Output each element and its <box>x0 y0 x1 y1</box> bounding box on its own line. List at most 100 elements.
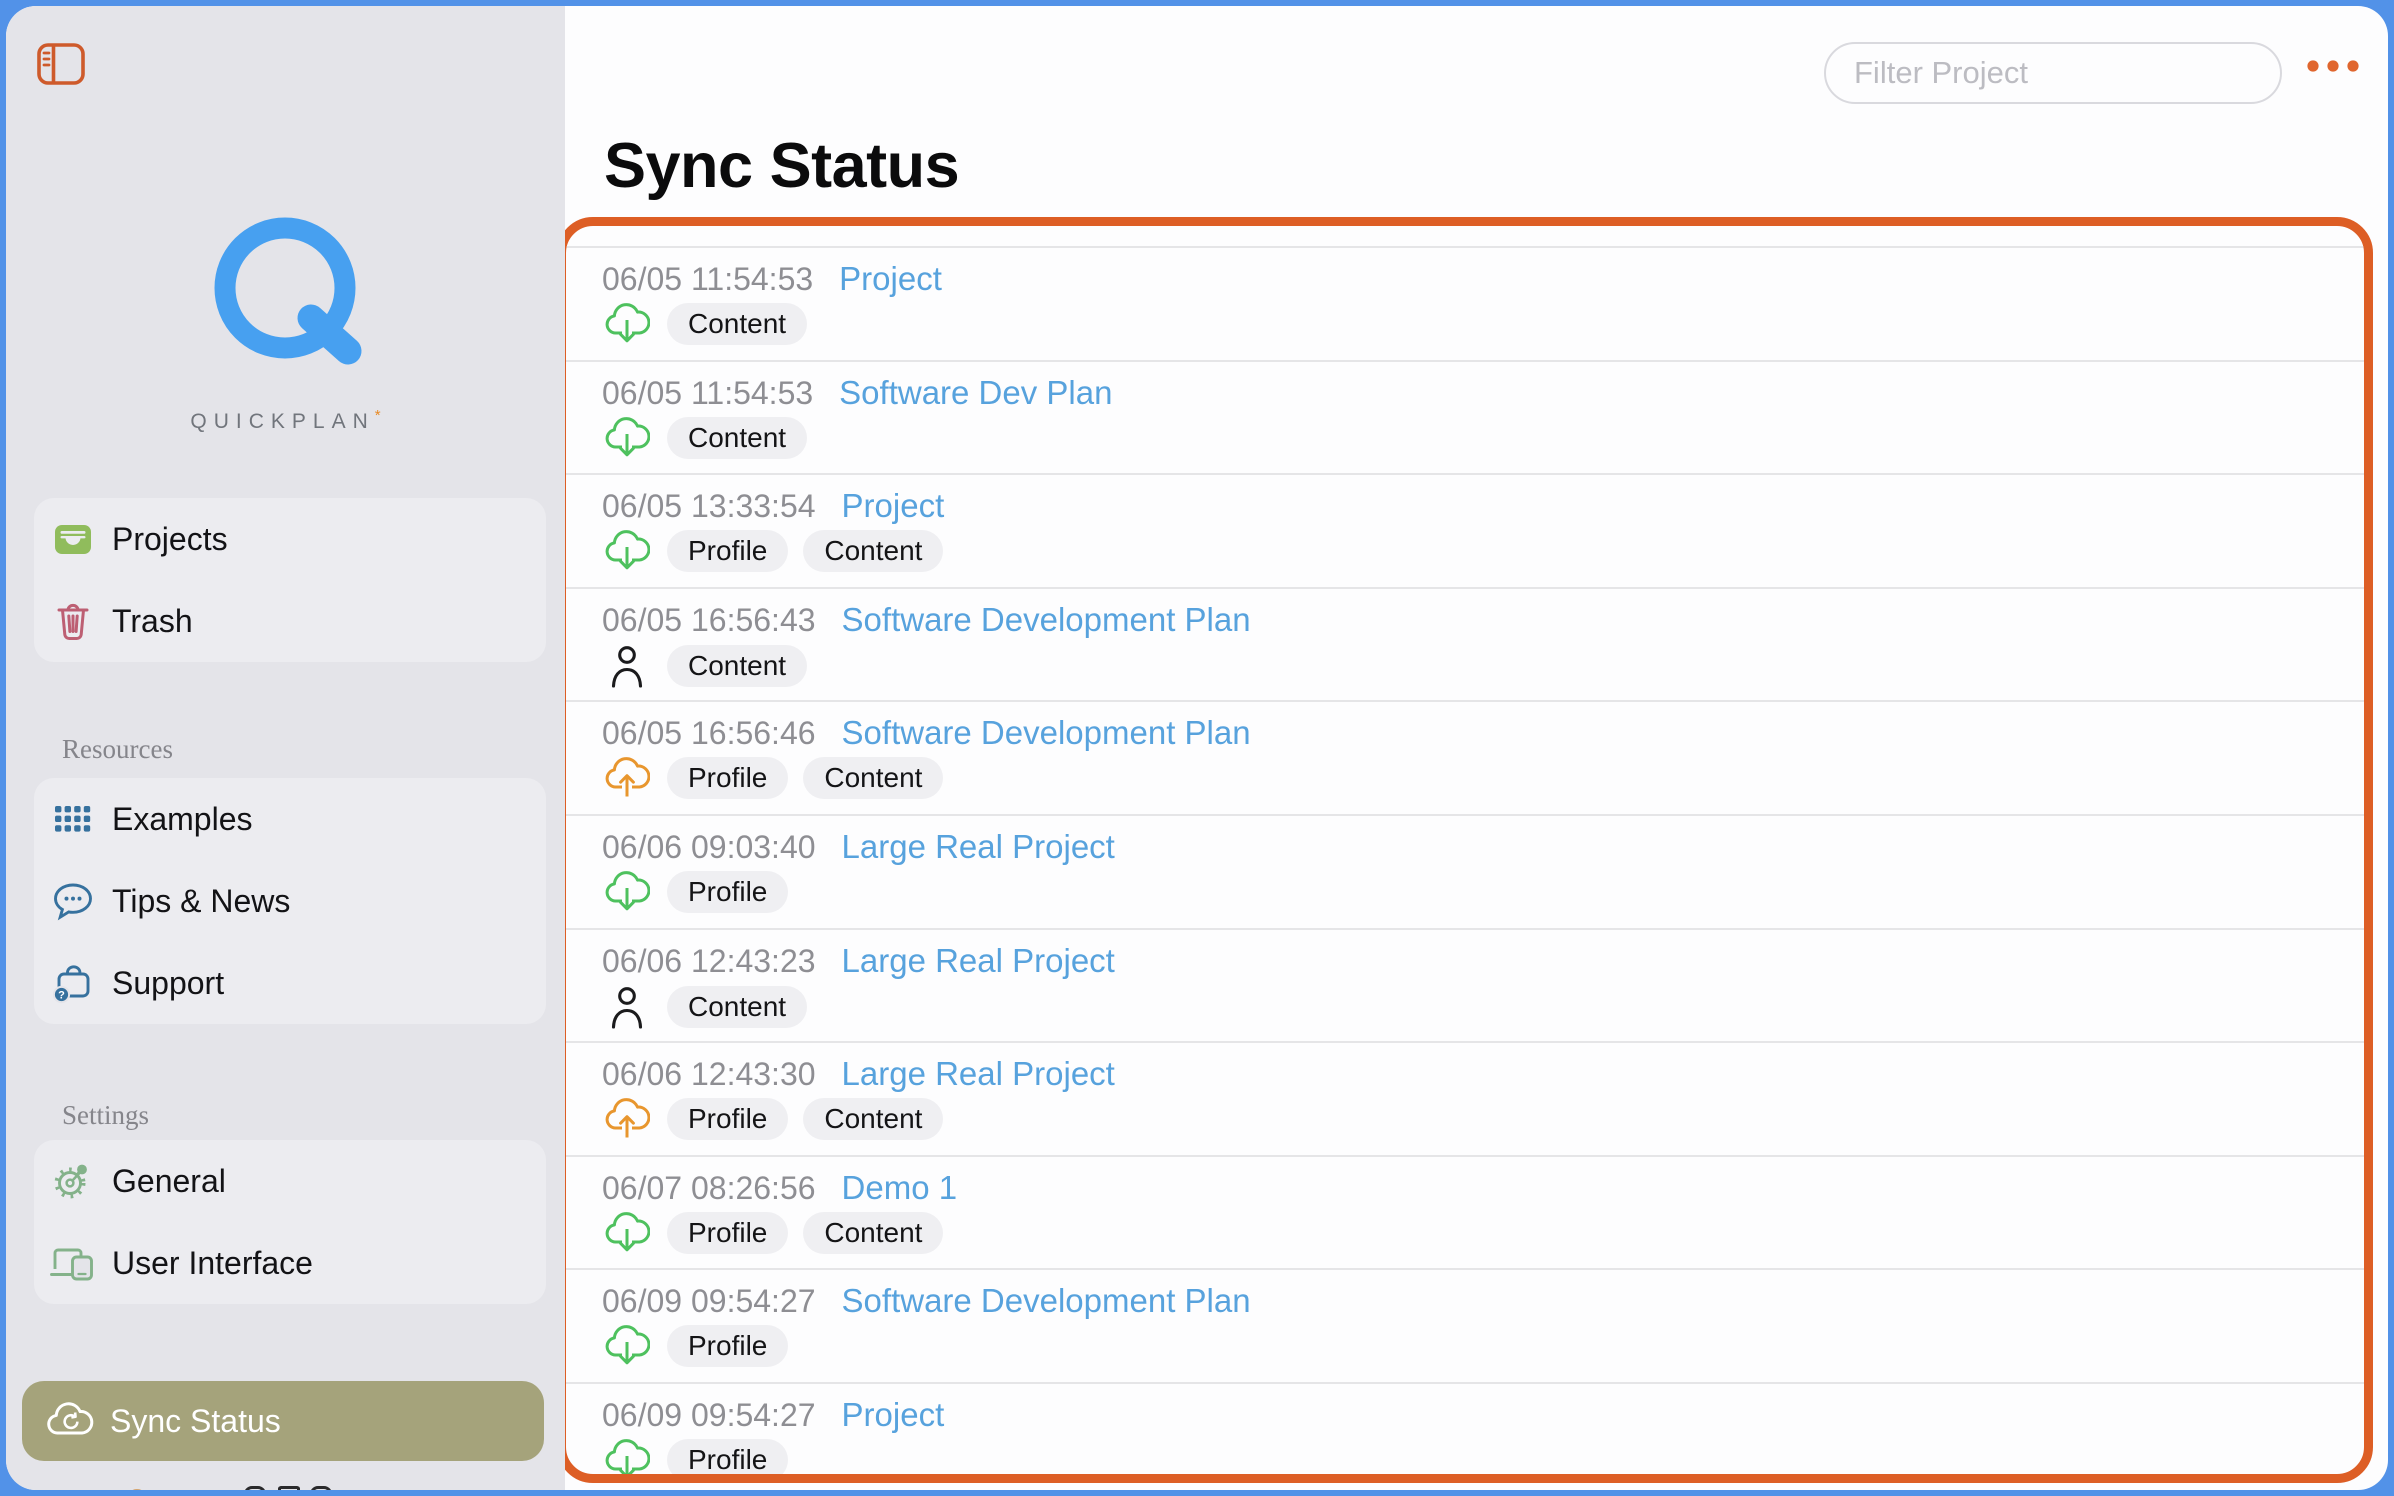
sidebar-item-projects[interactable]: Projects <box>34 498 546 580</box>
sidebar-item-label: Support <box>112 965 224 1002</box>
cutoff-item-text <box>310 1486 332 1490</box>
cutoff-item-text <box>244 1486 266 1490</box>
sync-scope-badge: Profile <box>667 530 788 572</box>
tips-bubble-icon <box>48 881 98 921</box>
sidebar-item-examples[interactable]: Examples <box>34 778 546 860</box>
sync-scope-badge: Content <box>803 530 943 572</box>
projects-tray-icon <box>48 520 98 558</box>
sync-scope-badge: Profile <box>667 1325 788 1367</box>
sync-history-row: 06/07 08:26:56 Demo 1 Profile Content <box>566 1155 2364 1269</box>
person-icon <box>602 984 652 1030</box>
person-icon <box>602 643 652 689</box>
sidebar-item-sync-status[interactable]: Sync Status <box>22 1381 544 1461</box>
sidebar-item-label: Projects <box>112 521 228 558</box>
project-name-link[interactable]: Large Real Project <box>842 1055 1115 1093</box>
sidebar-toggle-button[interactable] <box>36 42 88 88</box>
sidebar-item-support[interactable]: ? Support <box>34 942 546 1024</box>
section-header-settings: Settings <box>62 1098 149 1132</box>
sync-history-row: 06/05 11:54:53 Project Content <box>566 246 2364 360</box>
sync-timestamp: 06/06 12:43:23 <box>602 943 816 980</box>
sidebar-item-label: Trash <box>112 603 193 640</box>
sync-history-row: 06/09 09:54:27 Project Profile <box>566 1382 2364 1474</box>
project-name-link[interactable]: Large Real Project <box>842 828 1115 866</box>
user-interface-devices-icon <box>48 1243 98 1283</box>
sync-scope-badge: Profile <box>667 1098 788 1140</box>
sync-scope-badge: Content <box>667 417 807 459</box>
sync-timestamp: 06/07 08:26:56 <box>602 1170 816 1207</box>
sync-history-row: 06/05 11:54:53 Software Dev Plan Content <box>566 360 2364 474</box>
sync-timestamp: 06/09 09:54:27 <box>602 1283 816 1320</box>
examples-grid-icon <box>48 801 98 837</box>
sync-timestamp: 06/06 12:43:30 <box>602 1056 816 1093</box>
more-options-button[interactable] <box>2306 56 2366 80</box>
sidebar-item-cutoff[interactable] <box>6 1484 565 1490</box>
sync-history-row: 06/05 16:56:46 Software Development Plan… <box>566 700 2364 814</box>
sync-scope-badge: Content <box>803 757 943 799</box>
cloud-upload-icon <box>602 756 652 800</box>
sidebar-item-tips-news[interactable]: Tips & News <box>34 860 546 942</box>
project-name-link[interactable]: Software Dev Plan <box>839 374 1112 412</box>
project-name-link[interactable]: Software Development Plan <box>842 714 1251 752</box>
project-name-link[interactable]: Software Development Plan <box>842 1282 1251 1320</box>
sidebar-item-general[interactable]: General <box>34 1140 546 1222</box>
sync-timestamp: 06/06 09:03:40 <box>602 829 816 866</box>
sync-cloud-icon <box>46 1401 96 1441</box>
sync-history-row: 06/06 12:43:23 Large Real Project Conten… <box>566 928 2364 1042</box>
sidebar-item-label: Examples <box>112 801 253 838</box>
app-window: Sync Status 06/05 11:54:53 Project Conte… <box>6 6 2388 1490</box>
sync-history-row: 06/09 09:54:27 Software Development Plan… <box>566 1268 2364 1382</box>
sidebar-item-label: Sync Status <box>110 1403 281 1440</box>
sync-scope-badge: Profile <box>667 1439 788 1474</box>
sidebar-item-label: Tips & News <box>112 883 290 920</box>
sync-timestamp: 06/09 09:54:27 <box>602 1397 816 1434</box>
sync-timestamp: 06/05 13:33:54 <box>602 488 816 525</box>
project-name-link[interactable]: Project <box>839 260 942 298</box>
ellipsis-icon <box>2306 59 2362 78</box>
sync-scope-badge: Content <box>803 1098 943 1140</box>
cloud-download-icon <box>602 416 652 460</box>
cloud-download-icon <box>602 1324 652 1368</box>
page-title: Sync Status <box>604 130 959 202</box>
sync-history-row: 06/05 16:56:43 Software Development Plan… <box>566 587 2364 701</box>
sync-scope-badge: Profile <box>667 1212 788 1254</box>
sync-scope-badge: Content <box>667 986 807 1028</box>
sidebar-item-trash[interactable]: Trash <box>34 580 546 662</box>
cloud-download-icon <box>602 302 652 346</box>
sync-history-row: 06/06 09:03:40 Large Real Project Profil… <box>566 814 2364 928</box>
sync-timestamp: 06/05 11:54:53 <box>602 375 813 412</box>
project-name-link[interactable]: Software Development Plan <box>842 601 1251 639</box>
project-name-link[interactable]: Large Real Project <box>842 942 1115 980</box>
project-name-link[interactable]: Project <box>842 487 945 525</box>
sync-timestamp: 06/05 16:56:46 <box>602 715 816 752</box>
sidebar: QUICKPLAN* Projects Trash Resources Exampl… <box>6 6 565 1490</box>
trash-icon <box>48 600 98 642</box>
sidebar-group: Examples Tips & News ? Support <box>34 778 546 1024</box>
cutoff-item-text <box>278 1486 300 1490</box>
svg-text:?: ? <box>58 989 65 1001</box>
quickplan-q-logo <box>198 208 373 381</box>
sync-history-panel: 06/05 11:54:53 Project Content 06/05 11:… <box>557 217 2373 1483</box>
sidebar-item-label: General <box>112 1163 226 1200</box>
sync-scope-badge: Content <box>667 645 807 687</box>
sidebar-group: General User Interface <box>34 1140 546 1304</box>
sidebar-item-label: User Interface <box>112 1245 313 1282</box>
sync-scope-badge: Content <box>803 1212 943 1254</box>
brand-name: QUICKPLAN* <box>190 407 380 434</box>
cloud-download-icon <box>602 1211 652 1255</box>
cutoff-item-icon <box>120 1484 154 1490</box>
filter-project-input[interactable] <box>1824 42 2282 104</box>
support-bag-icon: ? <box>48 961 98 1005</box>
brand-asterisk: * <box>375 407 381 424</box>
section-header-resources: Resources <box>62 732 173 766</box>
sync-history-row: 06/05 13:33:54 Project Profile Content <box>566 473 2364 587</box>
sync-timestamp: 06/05 16:56:43 <box>602 602 816 639</box>
cloud-download-icon <box>602 1438 652 1474</box>
sync-history-row: 06/06 12:43:30 Large Real Project Profil… <box>566 1041 2364 1155</box>
cloud-download-icon <box>602 529 652 573</box>
sidebar-toggle-icon <box>36 73 86 90</box>
cloud-download-icon <box>602 870 652 914</box>
project-name-link[interactable]: Project <box>842 1396 945 1434</box>
project-name-link[interactable]: Demo 1 <box>842 1169 958 1207</box>
sidebar-item-user-interface[interactable]: User Interface <box>34 1222 546 1304</box>
sync-scope-badge: Profile <box>667 871 788 913</box>
